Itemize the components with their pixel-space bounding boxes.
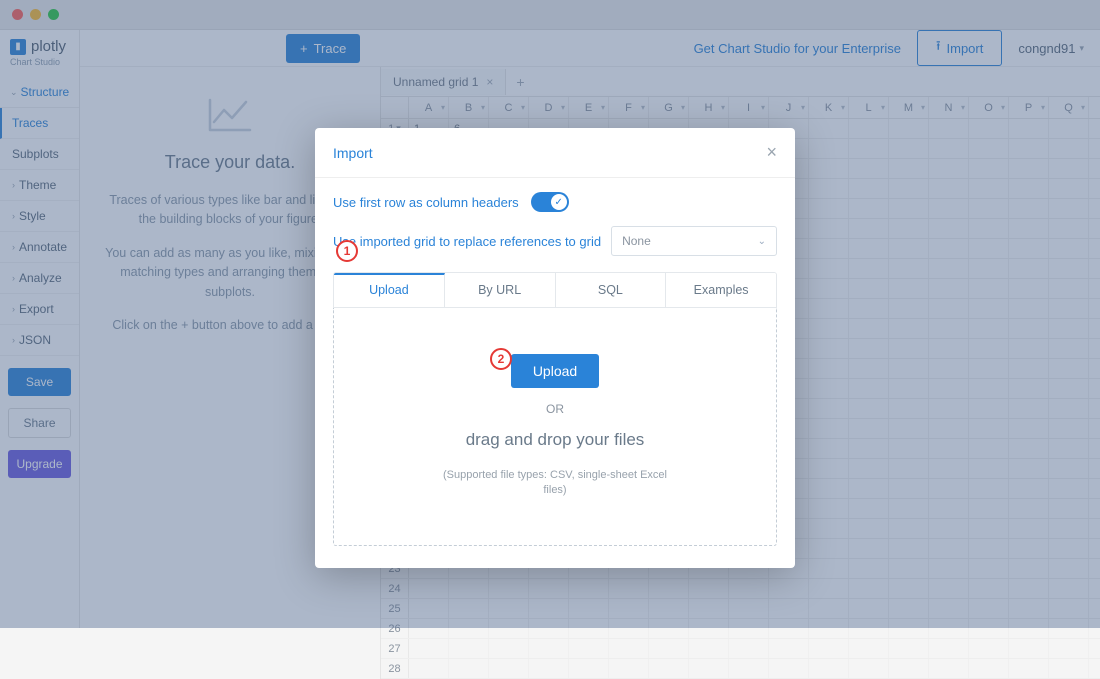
cell[interactable] [769, 639, 809, 658]
cell[interactable] [1049, 659, 1089, 678]
cell[interactable] [409, 659, 449, 678]
cell[interactable] [969, 659, 1009, 678]
cell[interactable] [689, 659, 729, 678]
upload-dropzone[interactable]: Upload OR drag and drop your files (Supp… [333, 308, 777, 546]
cell[interactable] [849, 639, 889, 658]
cell[interactable] [1049, 639, 1089, 658]
close-icon[interactable]: × [766, 142, 777, 163]
option-first-row-headers: Use first row as column headers ✓ [333, 192, 777, 212]
check-icon: ✓ [551, 194, 567, 210]
cell[interactable] [1009, 639, 1049, 658]
cell[interactable] [929, 639, 969, 658]
cell[interactable] [529, 639, 569, 658]
cell[interactable] [569, 639, 609, 658]
cell[interactable] [889, 639, 929, 658]
row-label[interactable]: 28 [381, 659, 409, 678]
modal-header: Import × [315, 128, 795, 178]
cell[interactable] [529, 659, 569, 678]
import-modal: Import × Use first row as column headers… [315, 128, 795, 568]
cell[interactable] [649, 639, 689, 658]
cell[interactable] [409, 639, 449, 658]
row-label[interactable]: 27 [381, 639, 409, 658]
cell[interactable] [769, 659, 809, 678]
import-tabs: Upload By URL SQL Examples [333, 272, 777, 308]
cell[interactable] [849, 659, 889, 678]
cell[interactable] [449, 659, 489, 678]
cell[interactable] [489, 639, 529, 658]
tab-upload[interactable]: Upload [334, 273, 445, 307]
tab-examples[interactable]: Examples [666, 273, 776, 307]
cell[interactable] [729, 639, 769, 658]
supported-types-text: (Supported file types: CSV, single-sheet… [435, 468, 675, 499]
annotation-1: 1 [336, 240, 358, 262]
cell[interactable] [609, 659, 649, 678]
cell[interactable] [649, 659, 689, 678]
cell[interactable] [969, 639, 1009, 658]
modal-title: Import [333, 145, 373, 161]
cell[interactable] [449, 639, 489, 658]
grid-row: 27 [381, 639, 1100, 659]
tab-sql[interactable]: SQL [556, 273, 667, 307]
cell[interactable] [929, 659, 969, 678]
cell[interactable] [729, 659, 769, 678]
toggle-first-row-headers[interactable]: ✓ [531, 192, 569, 212]
replace-grid-select[interactable]: None ⌄ [611, 226, 777, 256]
option-replace-grid: Use imported grid to replace references … [333, 226, 777, 256]
drag-drop-text: drag and drop your files [354, 430, 756, 450]
chevron-down-icon: ⌄ [758, 236, 766, 247]
cell[interactable] [809, 659, 849, 678]
grid-row: 28 [381, 659, 1100, 679]
cell[interactable] [809, 639, 849, 658]
cell[interactable] [1009, 659, 1049, 678]
tab-by-url[interactable]: By URL [445, 273, 556, 307]
cell[interactable] [489, 659, 529, 678]
cell[interactable] [609, 639, 649, 658]
cell[interactable] [689, 639, 729, 658]
annotation-2: 2 [490, 348, 512, 370]
cell[interactable] [569, 659, 609, 678]
cell[interactable] [889, 659, 929, 678]
upload-button[interactable]: Upload [511, 354, 599, 388]
or-divider: OR [354, 402, 756, 416]
